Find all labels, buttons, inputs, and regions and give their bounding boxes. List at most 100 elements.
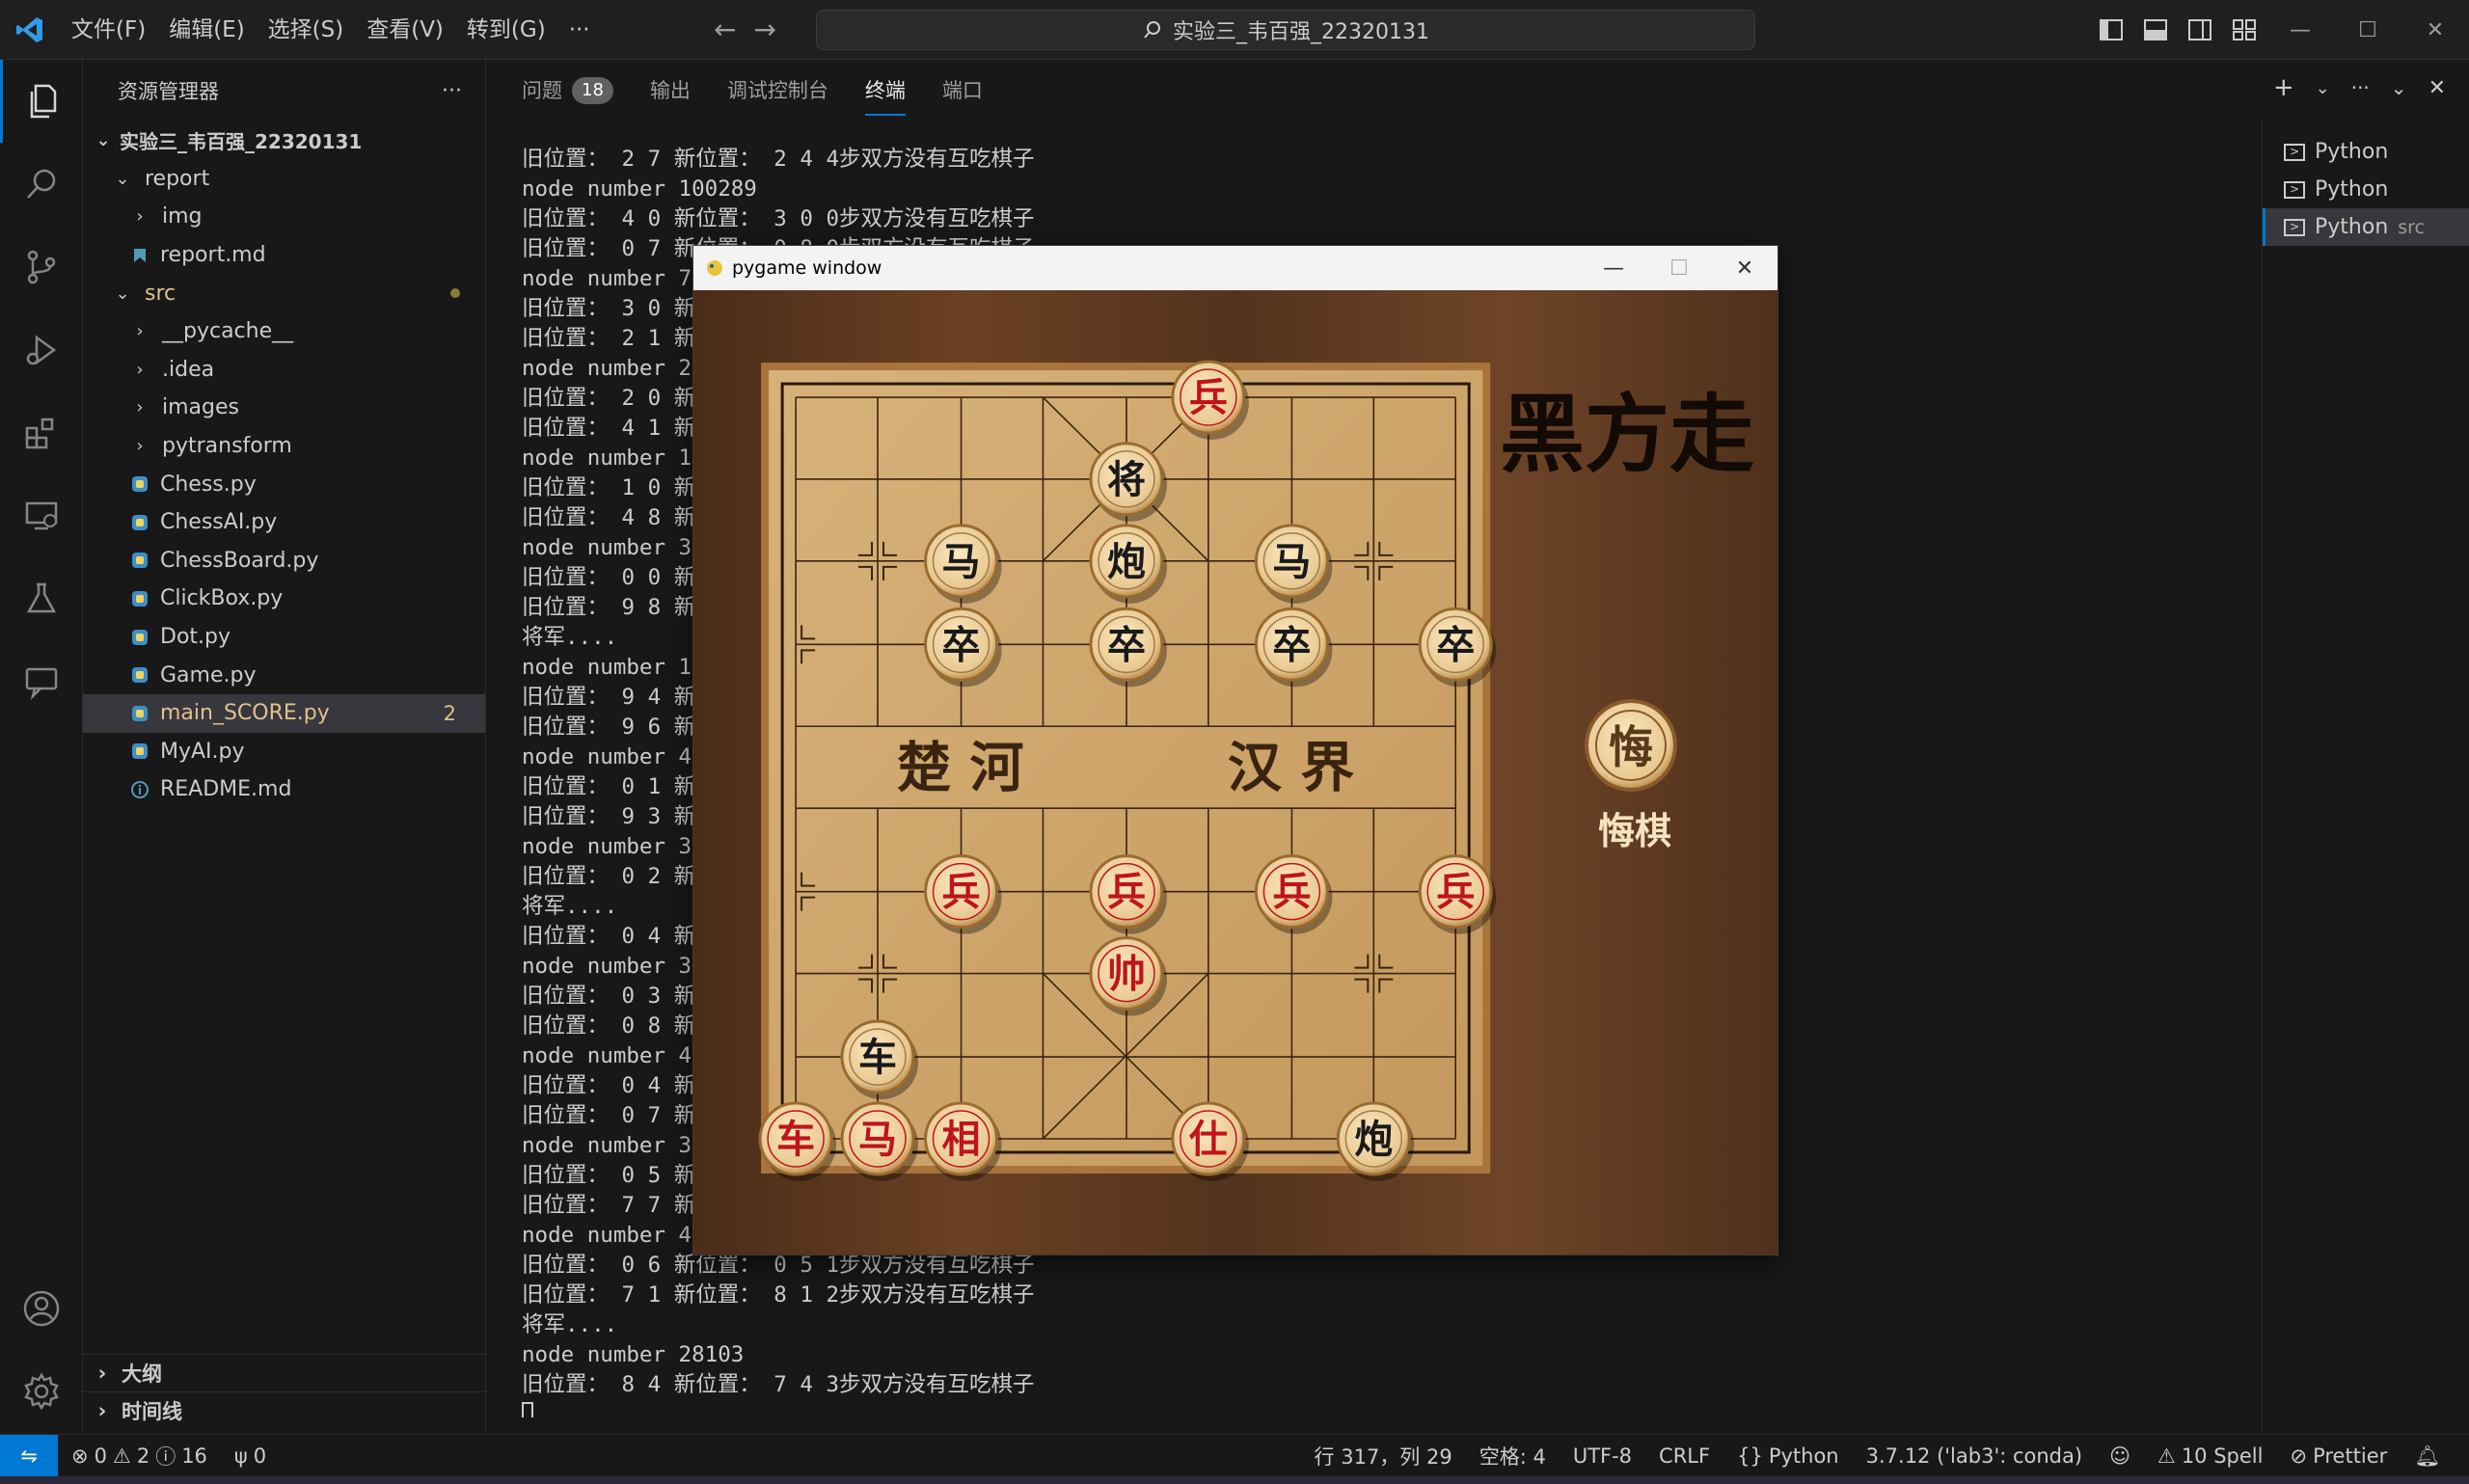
file-item-myai-py[interactable]: MyAI.py [83, 733, 485, 771]
spell-status[interactable]: ⚠ 10 Spell [2144, 1444, 2276, 1468]
outline-label: 大纲 [122, 1363, 162, 1386]
menu-bar: 文件(F) 编辑(E) 选择(S) 查看(V) 转到(G) ··· [60, 0, 602, 60]
toggle-primary-sidebar-icon[interactable] [2089, 8, 2133, 52]
ports-status[interactable]: ψ0 [221, 1444, 280, 1468]
history-nav: ← → [714, 13, 776, 45]
file-item-dot-py[interactable]: Dot.py [83, 618, 485, 657]
remote-explorer-icon[interactable] [0, 474, 83, 557]
terminal-instance-label: Python [2315, 177, 2389, 202]
close-button[interactable]: ✕ [2401, 0, 2469, 60]
tab-problems[interactable]: 问题 18 [522, 71, 613, 110]
pygame-window: pygame window — ☐ ✕ 楚 河 汉 界 兵 将 马 炮 马 卒 … [692, 245, 1778, 1255]
folder-item-src[interactable]: ⌄ src [83, 274, 485, 312]
problems-count-badge: 18 [572, 77, 613, 104]
terminal-instance-python[interactable]: > Python src [2263, 208, 2469, 246]
python-interpreter[interactable]: 3.7.12 ('lab3': conda) [1853, 1444, 2096, 1468]
folder-item-images[interactable]: › images [83, 389, 485, 427]
file-item-game-py[interactable]: Game.py [83, 656, 485, 694]
file-item-chessai-py[interactable]: ChessAI.py [83, 503, 485, 542]
search-icon[interactable] [0, 143, 83, 226]
toggle-panel-icon[interactable] [2133, 8, 2178, 52]
terminal-instance-python[interactable]: > Python [2263, 133, 2469, 171]
forward-arrow-icon[interactable]: → [753, 13, 775, 45]
accounts-icon[interactable] [0, 1267, 83, 1350]
run-debug-icon[interactable] [0, 309, 83, 391]
terminal-line: 将军.... [522, 1312, 618, 1337]
toggle-secondary-sidebar-icon[interactable] [2178, 8, 2222, 52]
undo-button[interactable]: 悔 悔棋 [1585, 699, 1677, 852]
chevron-down-icon: ⌄ [115, 283, 130, 304]
tab-output[interactable]: 输出 [650, 71, 691, 110]
tab-ports[interactable]: 端口 [942, 71, 983, 110]
undo-label[interactable]: 悔棋 [1598, 809, 1671, 852]
file-item-chessboard-py[interactable]: ChessBoard.py [83, 542, 485, 580]
folder-item--pycache-[interactable]: › __pycache__ [83, 312, 485, 351]
folder-item-report[interactable]: ⌄ report [83, 160, 485, 199]
chevron-right-icon: › [136, 397, 144, 418]
python-file-icon [129, 665, 150, 685]
file-item-clickbox-py[interactable]: ClickBox.py [83, 580, 485, 618]
chess-game-canvas[interactable]: 楚 河 汉 界 兵将马炮马卒卒卒卒兵兵兵兵帅车车马相仕炮 黑方走 悔 悔棋 [693, 290, 1777, 1255]
testing-icon[interactable] [0, 557, 83, 640]
close-panel-icon[interactable]: ✕ [2428, 76, 2446, 100]
chat-icon[interactable] [0, 640, 83, 723]
panel-actions: + ⌄ ··· ⌄ ✕ [2273, 73, 2446, 102]
python-file-icon [129, 474, 150, 494]
menu-selection[interactable]: 选择(S) [257, 11, 356, 49]
python-file-icon [129, 551, 150, 570]
chevron-down-icon[interactable]: ⌄ [2316, 78, 2330, 98]
terminal-instance-python[interactable]: > Python [2263, 171, 2469, 208]
copilot-icon[interactable]: ☺ [2096, 1444, 2144, 1468]
file-item-main-score-py[interactable]: main_SCORE.py 2 [83, 693, 485, 733]
more-actions-icon[interactable]: ··· [2351, 76, 2370, 99]
menu-go[interactable]: 转到(G) [455, 11, 557, 49]
pygame-minimize-button[interactable]: — [1581, 246, 1646, 290]
pygame-title: pygame window [732, 257, 882, 279]
explorer-more-icon[interactable]: ··· [442, 79, 462, 103]
tree-item-label: README.md [160, 777, 292, 802]
outline-section[interactable]: › 大纲 [83, 1354, 486, 1391]
menu-file[interactable]: 文件(F) [60, 11, 157, 49]
end-of-line[interactable]: CRLF [1645, 1444, 1723, 1468]
prettier-status[interactable]: ⊘ Prettier [2276, 1444, 2401, 1468]
workspace-root-label: 实验三_韦百强_22320131 [120, 130, 363, 154]
encoding[interactable]: UTF-8 [1560, 1444, 1645, 1468]
workspace-root[interactable]: ⌄ 实验三_韦百强_22320131 [83, 121, 485, 160]
explorer-icon[interactable] [0, 60, 83, 143]
cursor-position[interactable]: 行 317，列 29 [1301, 1442, 1466, 1471]
back-arrow-icon[interactable]: ← [714, 13, 736, 45]
timeline-section[interactable]: › 时间线 [83, 1391, 486, 1429]
remote-indicator-icon[interactable]: ⇋ [0, 1434, 58, 1477]
terminal-instance-label: Python [2315, 140, 2389, 164]
maximize-button[interactable]: ☐ [2334, 0, 2401, 60]
notifications-bell-icon[interactable]: 🔔︎ [2401, 1444, 2454, 1469]
tree-item-label: report.md [160, 243, 266, 268]
source-control-icon[interactable] [0, 226, 83, 309]
folder-item-pytransform[interactable]: › pytransform [83, 427, 485, 466]
indentation[interactable]: 空格: 4 [1466, 1442, 1560, 1471]
file-item-report-md[interactable]: report.md [83, 236, 485, 275]
settings-gear-icon[interactable] [0, 1350, 83, 1433]
file-item-chess-py[interactable]: Chess.py [83, 465, 485, 503]
customize-layout-icon[interactable] [2222, 8, 2266, 52]
folder-item-img[interactable]: › img [83, 198, 485, 236]
turn-indicator: 黑方走 [1500, 384, 1754, 484]
menu-edit[interactable]: 编辑(E) [157, 11, 256, 49]
new-terminal-icon[interactable]: + [2273, 73, 2294, 102]
tab-debug-console[interactable]: 调试控制台 [727, 71, 828, 110]
menu-view[interactable]: 查看(V) [355, 11, 455, 49]
language-mode[interactable]: {} Python [1723, 1444, 1853, 1468]
pygame-close-button[interactable]: ✕ [1712, 246, 1777, 290]
terminal-icon: > [2284, 143, 2305, 161]
menu-more[interactable]: ··· [557, 11, 602, 49]
extensions-icon[interactable] [0, 391, 83, 474]
minimize-button[interactable]: — [2266, 0, 2334, 60]
command-center[interactable]: 实验三_韦百强_22320131 [816, 10, 1755, 50]
file-item-readme-md[interactable]: README.md [83, 770, 485, 809]
tab-terminal[interactable]: 终端 [864, 71, 906, 116]
collapse-panel-icon[interactable]: ⌄ [2391, 76, 2407, 99]
folder-item--idea[interactable]: › .idea [83, 351, 485, 390]
pygame-maximize-button[interactable]: ☐ [1646, 246, 1712, 290]
piece-label: 将 [1107, 457, 1146, 502]
problems-status[interactable]: ⊗ 0 ⚠ 2 ⓘ 16 [58, 1442, 221, 1471]
